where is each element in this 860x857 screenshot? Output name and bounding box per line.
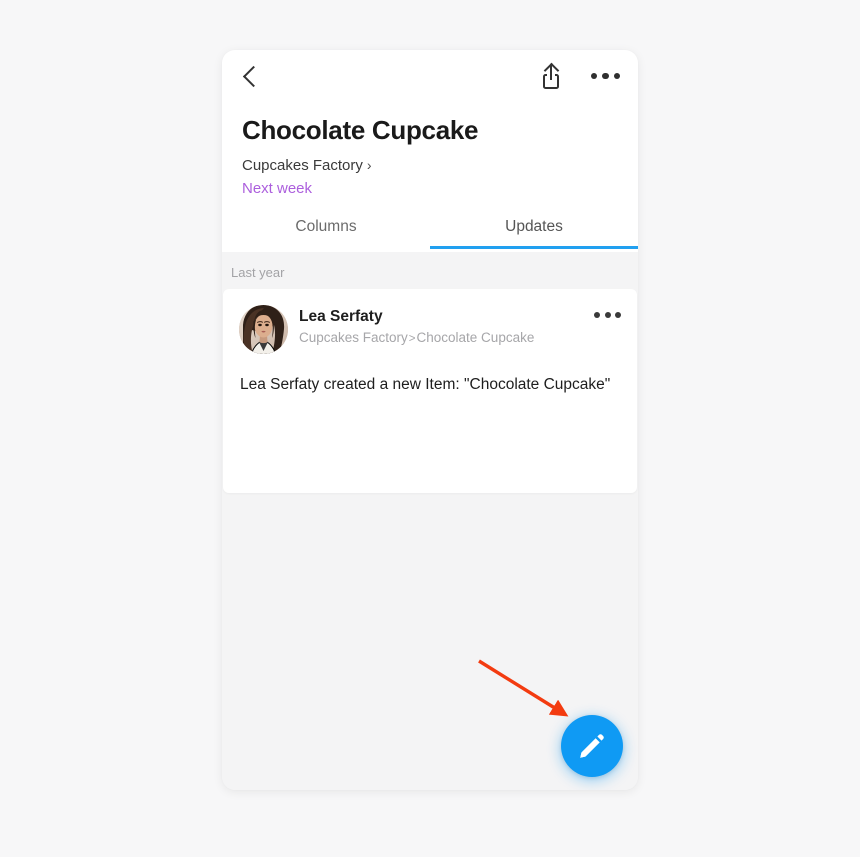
- share-icon[interactable]: [541, 62, 565, 89]
- tab-columns-label: Columns: [295, 217, 357, 235]
- feed-date-label: Last year: [231, 265, 285, 280]
- tab-bar: Columns Updates: [222, 210, 638, 249]
- more-options-icon[interactable]: [590, 72, 620, 80]
- top-actions: [541, 62, 620, 89]
- update-body-text: Lea Serfaty created a new Item: "Chocola…: [240, 376, 611, 393]
- item-header: Chocolate Cupcake Cupcakes Factory › Nex…: [222, 50, 638, 252]
- group-label[interactable]: Next week: [222, 174, 332, 197]
- update-card[interactable]: Lea Serfaty Cupcakes Factory>Chocolate C…: [223, 289, 637, 493]
- back-button[interactable]: [234, 59, 268, 93]
- update-breadcrumb-item: Chocolate Cupcake: [416, 330, 535, 346]
- app-window: Chocolate Cupcake Cupcakes Factory › Nex…: [222, 50, 638, 790]
- tab-columns[interactable]: Columns: [222, 210, 430, 249]
- avatar[interactable]: [239, 305, 288, 354]
- page-title: Chocolate Cupcake: [242, 115, 479, 145]
- update-header: Lea Serfaty Cupcakes Factory>Chocolate C…: [239, 305, 621, 354]
- update-breadcrumb-board: Cupcakes Factory: [299, 330, 408, 346]
- chevron-right-icon: ›: [366, 157, 372, 174]
- update-author: Lea Serfaty: [299, 308, 383, 325]
- update-meta: Lea Serfaty Cupcakes Factory>Chocolate C…: [299, 305, 583, 345]
- update-breadcrumb-separator: >: [408, 333, 416, 346]
- breadcrumb-board-label: Cupcakes Factory: [242, 156, 363, 174]
- tab-updates-label: Updates: [505, 217, 563, 235]
- fab-new-update-button[interactable]: [561, 715, 623, 777]
- top-navigation-bar: [222, 50, 638, 102]
- tab-updates[interactable]: Updates: [430, 210, 638, 249]
- pencil-edit-icon: [580, 734, 604, 758]
- breadcrumb-board-link[interactable]: Cupcakes Factory ›: [222, 146, 392, 174]
- update-breadcrumb: Cupcakes Factory>Chocolate Cupcake: [299, 330, 583, 345]
- updates-feed: Last year Lea Serfaty Cupcakes Factory>C…: [222, 252, 638, 790]
- update-more-options-icon[interactable]: [594, 305, 621, 318]
- back-chevron-icon: [242, 65, 264, 87]
- user-avatar-photo: [239, 305, 288, 354]
